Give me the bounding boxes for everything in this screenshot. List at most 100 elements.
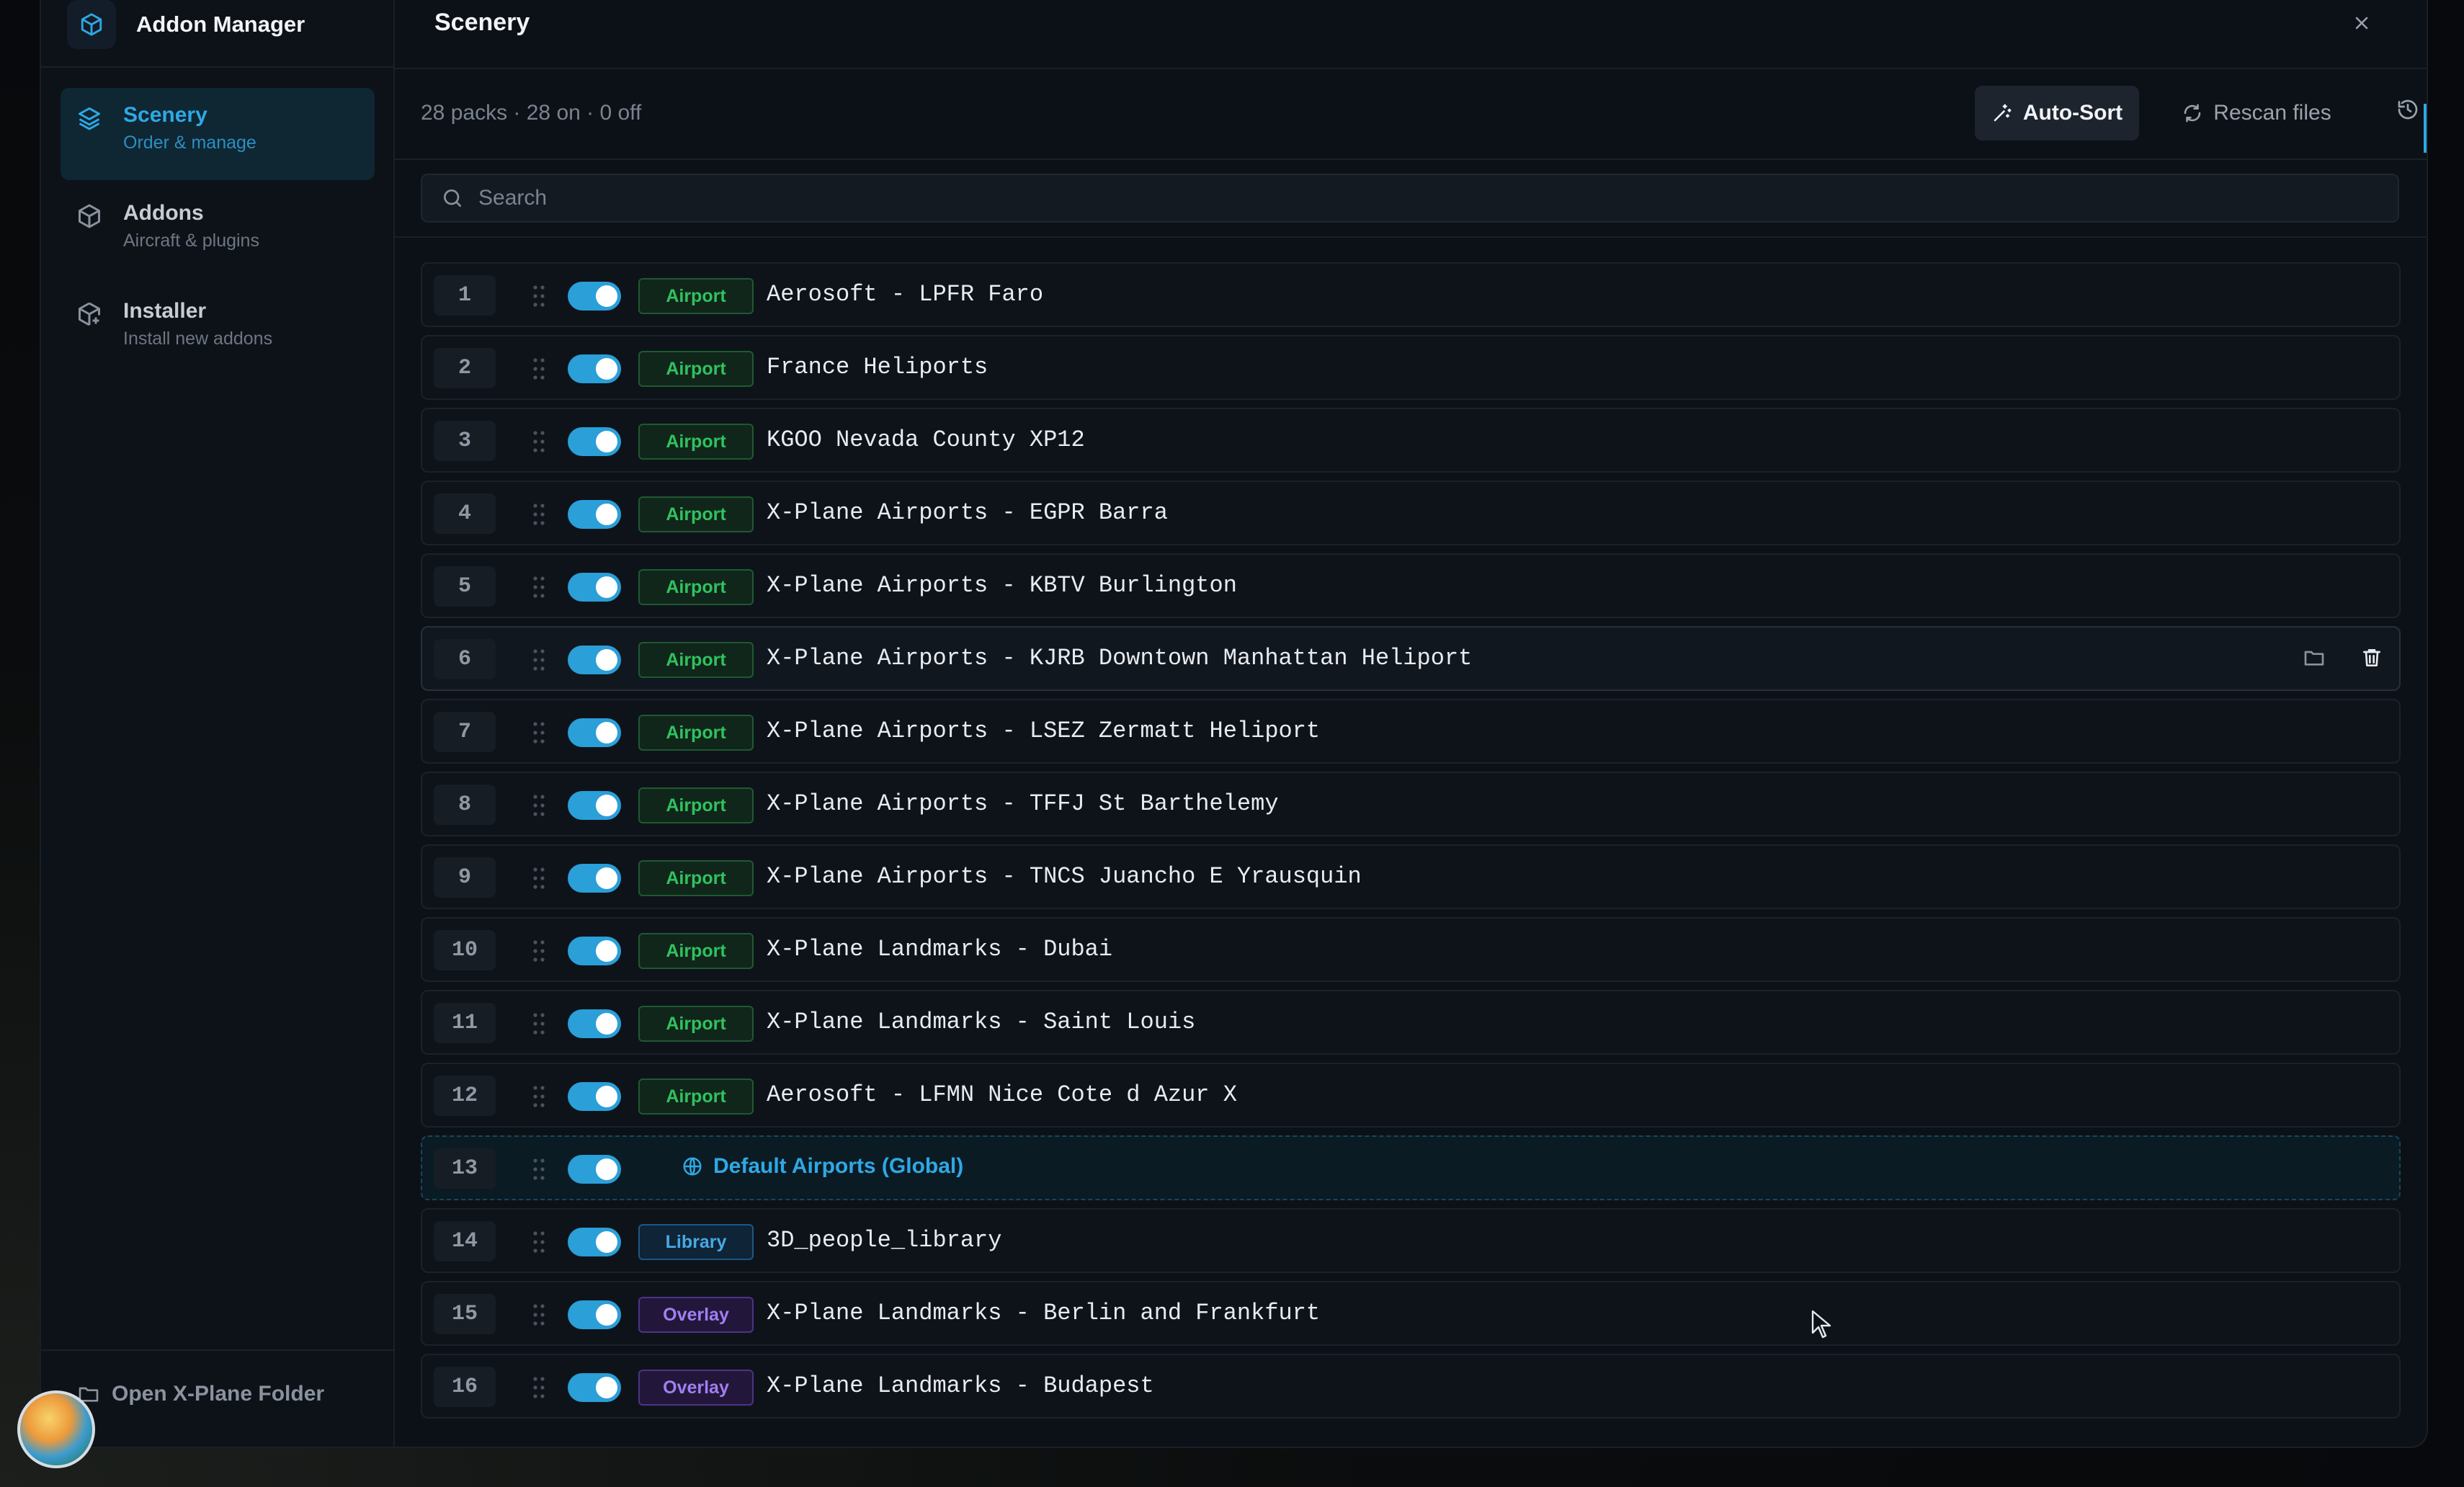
scenery-row[interactable]: 3 Airport KGOO Nevada County XP12 — [421, 408, 2401, 473]
type-badge: Overlay — [638, 1370, 754, 1406]
divider — [395, 236, 2427, 238]
enable-toggle[interactable] — [568, 864, 621, 893]
drag-handle[interactable] — [532, 502, 546, 527]
drag-handle[interactable] — [532, 1012, 546, 1036]
drag-handle[interactable] — [532, 1375, 546, 1400]
global-airports-row[interactable]: 13 Default Airports (Global) — [421, 1135, 2401, 1200]
drag-handle[interactable] — [532, 793, 546, 818]
enable-toggle[interactable] — [568, 1082, 621, 1111]
search-icon — [444, 189, 461, 207]
drag-handle-icon — [533, 504, 545, 525]
enable-toggle[interactable] — [568, 573, 621, 602]
enable-toggle[interactable] — [568, 937, 621, 965]
pack-index: 3 — [434, 421, 496, 461]
sidebar-item-label: Installer — [123, 299, 207, 323]
mouse-cursor-icon — [1811, 1310, 1831, 1339]
drag-handle-icon — [533, 1013, 545, 1035]
scenery-row[interactable]: 12 Airport Aerosoft - LFMN Nice Cote d Azu… — [421, 1063, 2401, 1127]
pack-name: Default Airports (Global) — [713, 1154, 964, 1178]
drag-handle[interactable] — [532, 575, 546, 599]
globe-icon — [683, 1157, 702, 1176]
rescan-label: Rescan files — [2213, 101, 2331, 125]
sidebar-item-installer[interactable]: Installer Install new addons — [61, 284, 375, 376]
enable-toggle[interactable] — [568, 791, 621, 820]
enable-toggle[interactable] — [568, 1155, 621, 1184]
scenery-row[interactable]: 2 Airport France Heliports — [421, 335, 2401, 400]
enable-toggle[interactable] — [568, 1300, 621, 1329]
sidebar-item-scenery[interactable]: Scenery Order & manage — [61, 88, 375, 180]
enable-toggle[interactable] — [568, 282, 621, 311]
scenery-row[interactable]: 1 Airport Aerosoft - LPFR Faro — [421, 262, 2401, 327]
enable-toggle[interactable] — [568, 718, 621, 747]
scenery-row[interactable]: 7 Airport X-Plane Airports - LSEZ Zermatt … — [421, 699, 2401, 764]
pack-index: 12 — [434, 1076, 496, 1116]
drag-handle[interactable] — [532, 429, 546, 454]
enable-toggle[interactable] — [568, 1228, 621, 1256]
scenery-row[interactable]: 10 Airport X-Plane Landmarks - Dubai — [421, 917, 2401, 982]
drag-handle[interactable] — [532, 720, 546, 745]
enable-toggle[interactable] — [568, 500, 621, 529]
drag-handle[interactable] — [532, 648, 546, 672]
drag-handle-icon — [533, 1231, 545, 1253]
rescan-files-button[interactable]: Rescan files — [2170, 86, 2343, 140]
scenery-row[interactable]: 16 Overlay X-Plane Landmarks - Budapest — [421, 1354, 2401, 1419]
pack-name: X-Plane Landmarks - Saint Louis — [767, 1009, 1196, 1035]
type-badge: Airport — [638, 933, 754, 969]
sidebar-item-addons[interactable]: Addons Aircraft & plugins — [61, 186, 375, 278]
enable-toggle[interactable] — [568, 646, 621, 674]
drag-handle-icon — [533, 1304, 545, 1326]
drag-handle[interactable] — [532, 939, 546, 963]
search-input[interactable] — [477, 185, 2353, 211]
pack-index: 10 — [434, 930, 496, 970]
layers-icon — [79, 107, 100, 130]
drag-handle-icon — [533, 1377, 545, 1398]
enable-toggle[interactable] — [568, 1373, 621, 1402]
pack-index: 15 — [434, 1294, 496, 1334]
scroll-indicator — [2424, 104, 2427, 153]
drag-handle[interactable] — [532, 1157, 546, 1182]
drag-handle-icon — [533, 867, 545, 889]
pack-name: X-Plane Landmarks - Budapest — [767, 1372, 1154, 1399]
scenery-row[interactable]: 4 Airport X-Plane Airports - EGPR Barra — [421, 481, 2401, 545]
drag-handle[interactable] — [532, 1303, 546, 1327]
enable-toggle[interactable] — [568, 354, 621, 383]
toolbar: 28 packs · 28 on · 0 off Auto-Sort Resca… — [395, 69, 2427, 160]
scenery-row[interactable]: 15 Overlay X-Plane Landmarks - Berlin and … — [421, 1281, 2401, 1346]
drag-handle[interactable] — [532, 1230, 546, 1254]
pack-name: X-Plane Airports - KBTV Burlington — [767, 572, 1237, 599]
sidebar-item-sublabel: Aircraft & plugins — [123, 231, 259, 251]
drag-handle[interactable] — [532, 357, 546, 381]
scenery-row[interactable]: 6 Airport X-Plane Airports - KJRB Downtown… — [421, 626, 2401, 691]
pack-name: X-Plane Landmarks - Berlin and Frankfurt — [767, 1300, 1321, 1326]
drag-handle-icon — [533, 1086, 545, 1107]
search-bar[interactable] — [421, 174, 2399, 223]
type-badge: Overlay — [638, 1297, 754, 1333]
package-plus-icon — [79, 302, 100, 326]
pack-index: 11 — [434, 1003, 496, 1043]
scenery-row[interactable]: 8 Airport X-Plane Airports - TFFJ St Barth… — [421, 772, 2401, 836]
pack-name: X-Plane Airports - KJRB Downtown Manhatt… — [767, 645, 1473, 671]
open-xplane-folder-button[interactable]: Open X-Plane Folder — [77, 1382, 324, 1406]
trash-icon[interactable] — [2360, 646, 2383, 669]
pack-name: X-Plane Airports - LSEZ Zermatt Heliport — [767, 718, 1321, 744]
history-icon — [2398, 99, 2418, 120]
enable-toggle[interactable] — [568, 1009, 621, 1038]
scenery-row[interactable]: 11 Airport X-Plane Landmarks - Saint Louis — [421, 990, 2401, 1055]
scenery-row[interactable]: 9 Airport X-Plane Airports - TNCS Juancho … — [421, 844, 2401, 909]
pack-index: 2 — [434, 348, 496, 388]
drag-handle[interactable] — [532, 866, 546, 890]
enable-toggle[interactable] — [568, 427, 621, 456]
pack-summary: 28 packs · 28 on · 0 off — [421, 101, 642, 125]
scenery-row[interactable]: 14 Library 3D_people_library — [421, 1208, 2401, 1273]
drag-handle[interactable] — [532, 1084, 546, 1109]
auto-sort-button[interactable]: Auto-Sort — [1975, 86, 2139, 140]
drag-handle[interactable] — [532, 284, 546, 308]
scenery-row[interactable]: 5 Airport X-Plane Airports - KBTV Burlingt… — [421, 553, 2401, 618]
sidebar: Addon Manager Scenery Order & manage Add… — [41, 0, 395, 1447]
drag-handle-icon — [533, 358, 545, 380]
close-button[interactable] — [2347, 9, 2376, 37]
user-avatar[interactable] — [17, 1390, 95, 1468]
drag-handle-icon — [533, 576, 545, 598]
history-button[interactable] — [2396, 98, 2425, 127]
open-folder-icon[interactable] — [2303, 646, 2326, 669]
